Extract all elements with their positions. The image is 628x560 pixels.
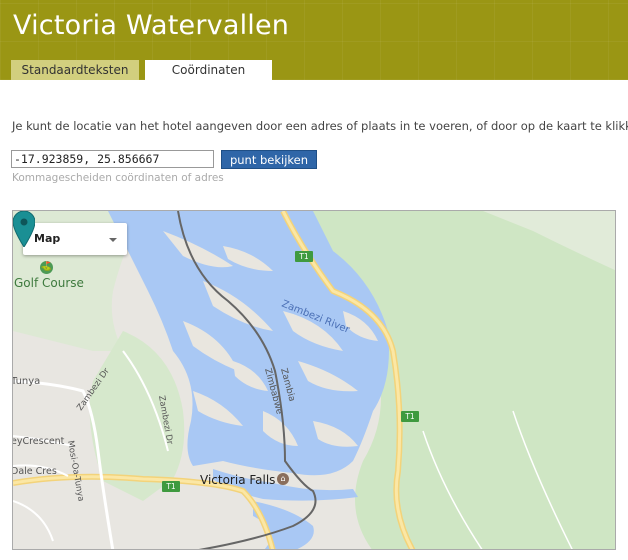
map-view[interactable]: Zambezi River Zimbabwe Zambia Zambezi Dr… [12,210,616,550]
label-dale-cres: Dale Cres [12,466,57,477]
map-canvas[interactable]: Zambezi River Zimbabwe Zambia Zambezi Dr… [13,211,616,550]
location-pin-icon[interactable] [13,211,35,247]
golf-icon: ⛳ [40,261,53,274]
chevron-down-icon [109,238,117,242]
tab-coordinaten[interactable]: Coördinaten [145,60,272,80]
page-title: Victoria Watervallen [13,10,290,41]
tab-standaardteksten[interactable]: Standaardteksten [11,60,139,80]
label-golf-course: Golf Course [14,276,84,290]
road-shield-t1: T1 [162,481,180,492]
label-mosi-oa-tunya: Mosi-Oa-Tunya [65,440,86,503]
road-shield-t1: T1 [401,411,419,422]
intro-text: Je kunt de locatie van het hotel aangeve… [12,119,628,133]
label-crescent: eyCrescent [12,436,65,447]
coordinates-hint: Kommagescheiden coördinaten of adres [12,172,224,184]
map-type-label: Map [34,232,61,245]
road-shield-t1: T1 [295,251,313,262]
label-tunya: Tunya [12,376,41,387]
page-header: Victoria Watervallen Standaardteksten Co… [0,0,628,80]
hotel-icon: ⌂ [277,473,289,485]
coordinates-input[interactable]: -17.923859, 25.856667 [11,150,214,168]
map-type-selector[interactable]: Map [23,223,127,255]
view-point-button[interactable]: punt bekijken [221,150,317,169]
label-victoria-falls: Victoria Falls [200,473,276,487]
